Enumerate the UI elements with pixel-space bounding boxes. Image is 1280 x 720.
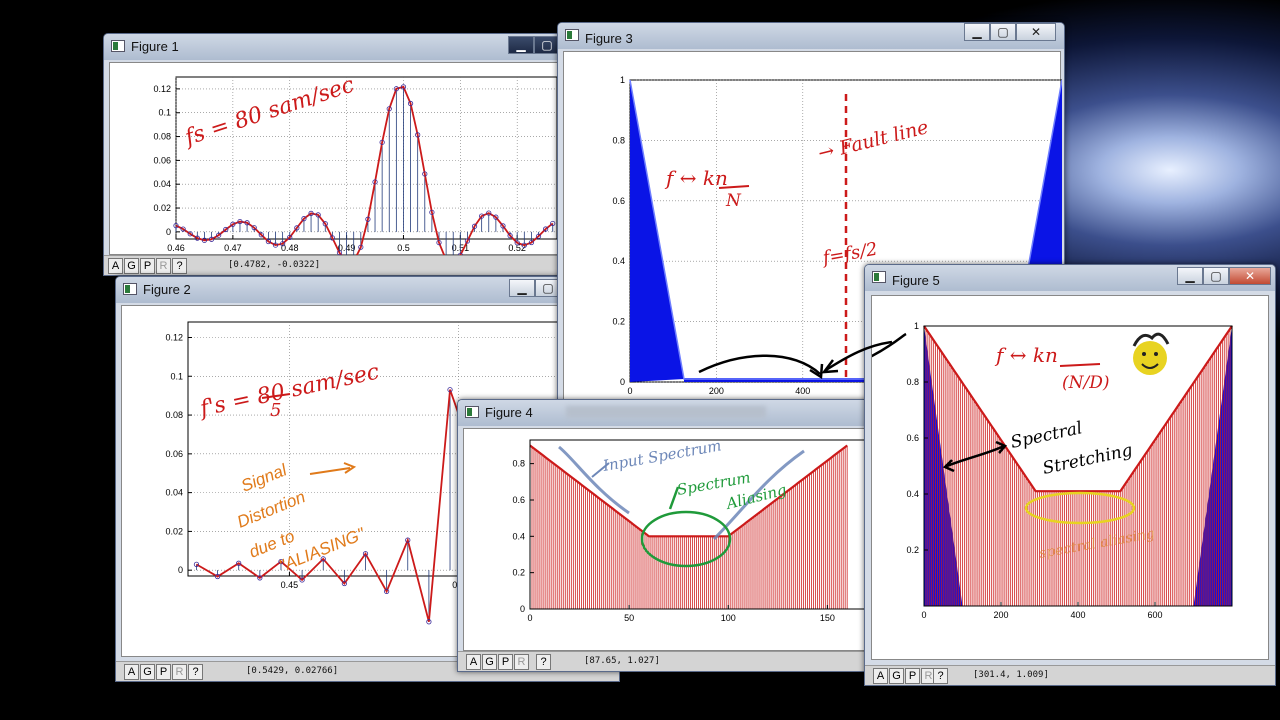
maximize-icon[interactable]: ▢ bbox=[1203, 267, 1229, 285]
autoscale-button[interactable]: A bbox=[108, 258, 123, 274]
figure-5-annotations: f ↔ kn (N/D) Spectral Stretching spectra… bbox=[872, 332, 1170, 562]
help-button[interactable]: ? bbox=[536, 654, 551, 670]
stretching-arrow bbox=[946, 444, 1005, 468]
figure-5-formula: f ↔ kn bbox=[994, 343, 1058, 367]
smiley-icon bbox=[1132, 332, 1170, 375]
aliasing-ellipse bbox=[640, 510, 732, 568]
figure-window-icon bbox=[565, 29, 579, 41]
help-button[interactable]: ? bbox=[188, 664, 203, 680]
figure-3-formula-den: N bbox=[725, 191, 742, 211]
figure-5-coordinates: [301.4, 1.009] bbox=[973, 670, 1049, 680]
figure-1-statusbar: A G P R ? [0.4782, -0.0322] bbox=[104, 255, 562, 275]
figure-5-formula-den: (N/D) bbox=[1062, 373, 1110, 393]
left-pointer-arrow bbox=[698, 354, 821, 375]
minimize-icon[interactable]: ▁ bbox=[1177, 267, 1203, 285]
aliasing-note: Signal Distortion due to "ALIASING" bbox=[234, 460, 368, 576]
pointer-arrow-tail bbox=[872, 332, 907, 358]
note-arrow bbox=[309, 467, 351, 475]
figure-2-fs-denominator: 5 bbox=[270, 400, 281, 421]
minimize-icon[interactable]: ▁ bbox=[964, 23, 990, 41]
figure-window-icon bbox=[872, 271, 886, 283]
maximize-icon[interactable]: ▢ bbox=[990, 23, 1016, 41]
rotate-button[interactable]: R bbox=[156, 258, 171, 274]
figure-window-icon bbox=[111, 40, 125, 52]
figure-3-titlebar[interactable]: Figure 3 ▁ ▢ ✕ bbox=[558, 23, 1064, 49]
grid-button[interactable]: G bbox=[124, 258, 139, 274]
figure-4-statusbar: A G P R ? [87.65, 1.027] bbox=[458, 651, 874, 671]
input-spectrum-label: Input Spectrum bbox=[601, 436, 723, 475]
figure-1-coordinates: [0.4782, -0.0322] bbox=[228, 260, 321, 270]
aliasing-ellipse bbox=[1024, 491, 1136, 525]
grid-button[interactable]: G bbox=[140, 664, 155, 680]
spectral-aliasing-label: spectral aliasing bbox=[1038, 526, 1156, 562]
figure-4-coordinates: [87.65, 1.027] bbox=[584, 656, 660, 666]
figure-1-fs-annotation: fs = 80 sam/sec bbox=[180, 72, 357, 151]
pan-button[interactable]: P bbox=[498, 654, 513, 670]
autoscale-button[interactable]: A bbox=[124, 664, 139, 680]
pan-button[interactable]: P bbox=[905, 668, 920, 684]
figure-5-title: Figure 5 bbox=[892, 273, 940, 288]
note-line: Signal bbox=[238, 460, 290, 496]
figure-4-titlebar[interactable]: Figure 4 bbox=[458, 400, 874, 426]
figure-window-icon bbox=[465, 406, 479, 418]
figure-5-plot-area[interactable]: 0 200 400 600 0.2 0.4 0.6 0.8 1 f ↔ kn (N/D) Spe… bbox=[871, 295, 1269, 660]
figure-2-coordinates: [0.5429, 0.02766] bbox=[246, 666, 339, 676]
rotate-button[interactable]: R bbox=[514, 654, 529, 670]
figure-3-title: Figure 3 bbox=[585, 31, 633, 46]
help-button[interactable]: ? bbox=[933, 668, 948, 684]
grid-button[interactable]: G bbox=[482, 654, 497, 670]
minimize-icon[interactable]: ▁ bbox=[508, 36, 534, 54]
figure-1-titlebar[interactable]: Figure 1 ▁ ▢ bbox=[104, 34, 562, 60]
figure-1-title: Figure 1 bbox=[131, 39, 179, 54]
figure-2-titlebar[interactable]: Figure 2 ▁ ▢ bbox=[116, 277, 619, 303]
figure-2-fs-annotation: f's = 80 sam/sec bbox=[196, 360, 381, 423]
figure-5-window[interactable]: Figure 5 ▁ ▢ ✕ 0 200 400 600 0.2 0.4 0.6 0.8 1 f… bbox=[864, 264, 1276, 686]
stretching-label-2: Stretching bbox=[1041, 440, 1135, 479]
figure-5-titlebar[interactable]: Figure 5 ▁ ▢ ✕ bbox=[865, 265, 1275, 291]
close-icon[interactable]: ✕ bbox=[1229, 267, 1271, 285]
close-icon[interactable]: ✕ bbox=[1016, 23, 1056, 41]
figure-4-annotations: Input Spectrum Spectrum Aliasing bbox=[558, 436, 805, 568]
pan-button[interactable]: P bbox=[140, 258, 155, 274]
minimize-icon[interactable]: ▁ bbox=[509, 279, 535, 297]
autoscale-button[interactable]: A bbox=[873, 668, 888, 684]
desktop: Figure 1 ▁ ▢ 0.46 0.47 0.48 0.49 0.5 0.51 0.52… bbox=[0, 0, 1280, 720]
fault-line-label: → Fault line bbox=[816, 116, 931, 165]
blurred-title-area bbox=[566, 406, 766, 418]
figure-5-fraction-bar bbox=[1059, 363, 1101, 367]
figure-5-statusbar: A G P R ? [301.4, 1.009] bbox=[865, 665, 1275, 685]
help-button[interactable]: ? bbox=[172, 258, 187, 274]
figure-4-window[interactable]: Figure 4 0 50 100 150 0 0.2 0.4 0.6 0.8 Input Sp… bbox=[457, 399, 875, 672]
figure-window-icon bbox=[123, 283, 137, 295]
figure-1-annotations: fs = 80 sam/sec bbox=[180, 72, 357, 151]
figure-3-formula: f ↔ kn bbox=[664, 166, 728, 190]
grid-button[interactable]: G bbox=[889, 668, 904, 684]
rotate-button[interactable]: R bbox=[172, 664, 187, 680]
stretching-label-1: Spectral bbox=[1009, 418, 1084, 453]
figure-2-title: Figure 2 bbox=[143, 282, 191, 297]
pan-button[interactable]: P bbox=[156, 664, 171, 680]
figure-1-window[interactable]: Figure 1 ▁ ▢ 0.46 0.47 0.48 0.49 0.5 0.51 0.52… bbox=[103, 33, 563, 276]
figure-1-plot-area[interactable]: 0.46 0.47 0.48 0.49 0.5 0.51 0.52 0 0.02 0.04 0.06… bbox=[109, 62, 561, 266]
autoscale-button[interactable]: A bbox=[466, 654, 481, 670]
figure-4-title: Figure 4 bbox=[485, 405, 533, 420]
figure-4-plot-area[interactable]: 0 50 100 150 0 0.2 0.4 0.6 0.8 Input Spectrum Sp… bbox=[463, 428, 868, 651]
